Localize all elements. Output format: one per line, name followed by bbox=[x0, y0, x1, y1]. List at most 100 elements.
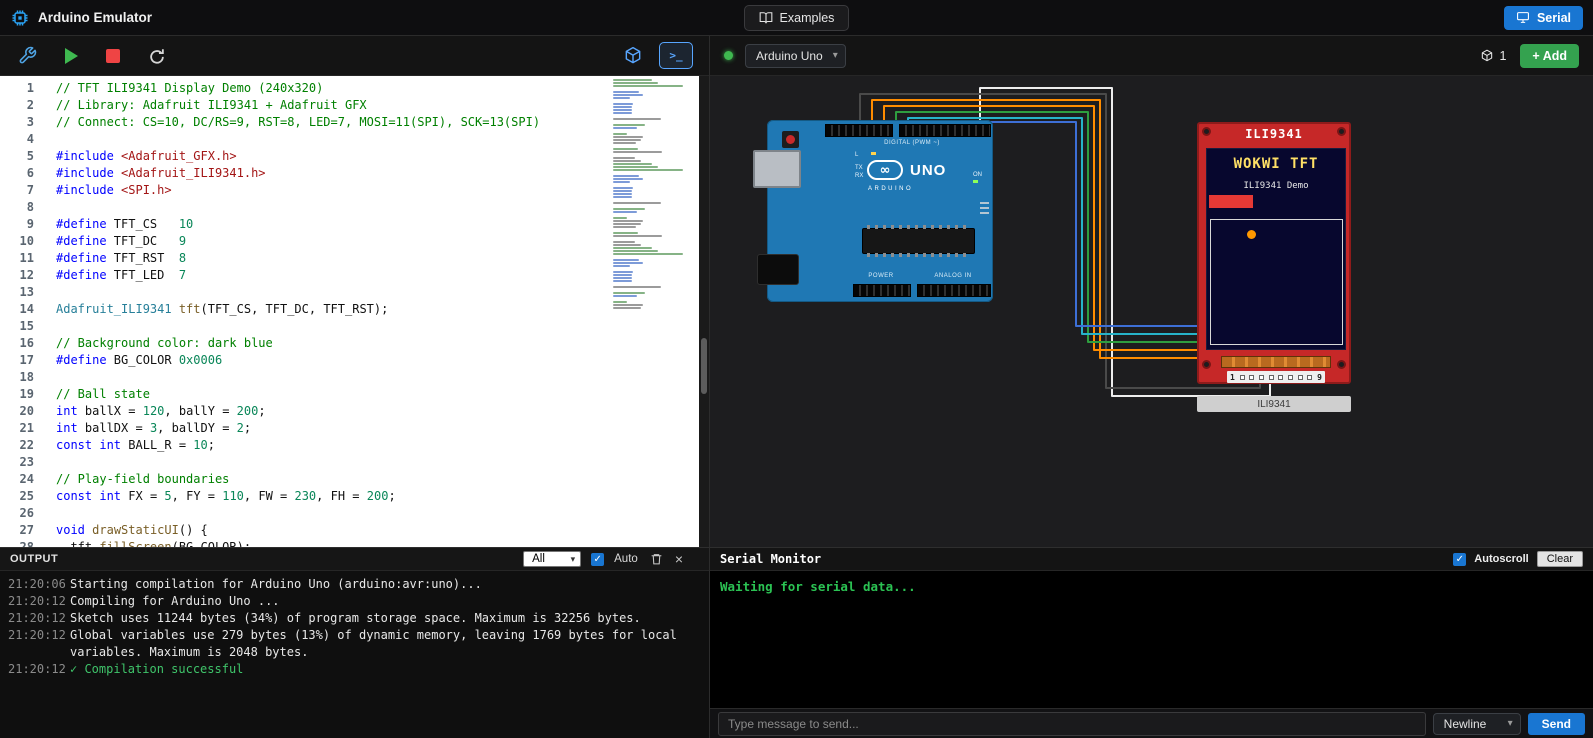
minimap-line bbox=[613, 151, 662, 153]
scrollbar-thumb[interactable] bbox=[701, 338, 707, 394]
auto-checkbox[interactable]: ✓ bbox=[591, 553, 604, 566]
code-line[interactable]: #define TFT_DC 9 bbox=[56, 233, 709, 250]
serial-input-row: Newline ▾ Send bbox=[710, 708, 1593, 738]
add-part-button[interactable]: + Add bbox=[1520, 44, 1579, 68]
line-number: 5 bbox=[0, 148, 34, 165]
code-line[interactable]: #define TFT_LED 7 bbox=[56, 267, 709, 284]
serial-button[interactable]: Serial bbox=[1504, 6, 1583, 30]
clear-serial-button[interactable]: Clear bbox=[1537, 551, 1583, 567]
minimap-line bbox=[613, 202, 661, 204]
part-name-label: ILI9341 bbox=[1197, 396, 1351, 412]
power-jack bbox=[757, 254, 799, 285]
code-line[interactable]: #include <Adafruit_GFX.h> bbox=[56, 148, 709, 165]
autoscroll-checkbox[interactable]: ✓ bbox=[1453, 553, 1466, 566]
editor-scrollbar[interactable] bbox=[699, 76, 709, 547]
code-line[interactable]: // Background color: dark blue bbox=[56, 335, 709, 352]
diagram-canvas[interactable]: DIGITAL (PWM ~) POWER ANALOG IN L TXRX ∞… bbox=[710, 76, 1593, 547]
power-header[interactable] bbox=[853, 284, 911, 297]
restart-button[interactable] bbox=[146, 45, 168, 67]
minimap[interactable] bbox=[613, 79, 695, 309]
minimap-line bbox=[613, 283, 695, 285]
digital-header-1[interactable] bbox=[825, 124, 893, 137]
line-ending-value: Newline bbox=[1444, 717, 1487, 731]
on-label: ON bbox=[973, 172, 982, 178]
minimap-line bbox=[613, 292, 645, 294]
code-line[interactable] bbox=[56, 318, 709, 335]
serial-message-input[interactable] bbox=[718, 712, 1426, 736]
code-line[interactable]: tft.fillScreen(BG_COLOR); bbox=[56, 539, 709, 547]
minimap-line bbox=[613, 307, 641, 309]
run-button[interactable] bbox=[63, 46, 80, 66]
arduino-uno-board[interactable]: DIGITAL (PWM ~) POWER ANALOG IN L TXRX ∞… bbox=[767, 120, 993, 302]
code-line[interactable]: #define TFT_CS 10 bbox=[56, 216, 709, 233]
minimap-line bbox=[613, 211, 637, 213]
examples-button[interactable]: Examples bbox=[744, 5, 850, 31]
minimap-line bbox=[613, 250, 658, 252]
editor-pane: >_ 1234567891011121314151617181920212223… bbox=[0, 36, 710, 547]
digital-header-2[interactable] bbox=[899, 124, 991, 137]
minimap-line bbox=[613, 232, 638, 234]
close-output-button[interactable]: × bbox=[675, 551, 683, 567]
line-number: 13 bbox=[0, 284, 34, 301]
parts-count[interactable]: 1 bbox=[1480, 49, 1506, 63]
clear-output-button[interactable] bbox=[648, 550, 665, 568]
minimap-line bbox=[613, 241, 635, 243]
line-number: 22 bbox=[0, 437, 34, 454]
output-filter-select[interactable]: All ▾ bbox=[523, 551, 581, 567]
code-line[interactable] bbox=[56, 284, 709, 301]
reset-button[interactable] bbox=[782, 131, 799, 148]
minimap-line bbox=[613, 193, 632, 195]
tft-pin-row[interactable]: 1 9 bbox=[1227, 371, 1325, 383]
code-line[interactable]: #define TFT_RST 8 bbox=[56, 250, 709, 267]
code-line[interactable] bbox=[56, 199, 709, 216]
code-line[interactable]: // Ball state bbox=[56, 386, 709, 403]
autoscroll-label: Autoscroll bbox=[1474, 553, 1528, 565]
code-line[interactable]: // Library: Adafruit ILI9341 + Adafruit … bbox=[56, 97, 709, 114]
line-number: 3 bbox=[0, 114, 34, 131]
line-number: 4 bbox=[0, 131, 34, 148]
stop-button[interactable] bbox=[104, 47, 122, 65]
code-line[interactable] bbox=[56, 505, 709, 522]
code-line[interactable]: #define BG_COLOR 0x0006 bbox=[56, 352, 709, 369]
line-number: 11 bbox=[0, 250, 34, 267]
output-log[interactable]: 21:20:06Starting compilation for Arduino… bbox=[0, 571, 709, 738]
serial-output[interactable]: Waiting for serial data... bbox=[710, 571, 1593, 708]
code-line[interactable]: // Connect: CS=10, DC/RS=9, RST=8, LED=7… bbox=[56, 114, 709, 131]
line-ending-select[interactable]: Newline ▾ bbox=[1433, 713, 1521, 735]
code-line[interactable] bbox=[56, 454, 709, 471]
txrx-labels: TXRX bbox=[855, 164, 863, 180]
code-line[interactable]: // Play-field boundaries bbox=[56, 471, 709, 488]
code-line[interactable]: int ballDX = 3, ballDY = 2; bbox=[56, 420, 709, 437]
code-line[interactable]: const int FX = 5, FY = 110, FW = 230, FH… bbox=[56, 488, 709, 505]
minimap-line bbox=[613, 118, 661, 120]
digital-label: DIGITAL (PWM ~) bbox=[837, 140, 987, 146]
minimap-line bbox=[613, 190, 632, 192]
code-line[interactable]: Adafruit_ILI9341 tft(TFT_CS, TFT_DC, TFT… bbox=[56, 301, 709, 318]
auto-label: Auto bbox=[614, 553, 638, 565]
analog-header[interactable] bbox=[917, 284, 991, 297]
settings-wrench-button[interactable] bbox=[16, 44, 39, 67]
minimap-line bbox=[613, 154, 695, 156]
topbar: Arduino Emulator Examples Serial bbox=[0, 0, 1593, 36]
ili9341-display[interactable]: ILI9341 WOKWI TFT ILI9341 Demo 1 9 bbox=[1197, 122, 1351, 384]
minimap-line bbox=[613, 226, 636, 228]
code-line[interactable] bbox=[56, 369, 709, 386]
minimap-line bbox=[613, 286, 661, 288]
board-select[interactable]: Arduino Uno ▾ bbox=[745, 44, 846, 68]
send-button[interactable]: Send bbox=[1528, 713, 1585, 735]
code-editor[interactable]: 1234567891011121314151617181920212223242… bbox=[0, 76, 709, 547]
terminal-icon: >_ bbox=[669, 49, 682, 62]
minimap-line bbox=[613, 160, 641, 162]
terminal-toggle-button[interactable]: >_ bbox=[659, 42, 693, 69]
code-line[interactable]: #include <Adafruit_ILI9341.h> bbox=[56, 165, 709, 182]
code-line[interactable] bbox=[56, 131, 709, 148]
code-line[interactable]: // TFT ILI9341 Display Demo (240x320) bbox=[56, 80, 709, 97]
code-line[interactable]: #include <SPI.h> bbox=[56, 182, 709, 199]
line-number: 1 bbox=[0, 80, 34, 97]
code-area[interactable]: // TFT ILI9341 Display Demo (240x320)// … bbox=[46, 76, 709, 547]
minimap-line bbox=[613, 184, 695, 186]
code-line[interactable]: const int BALL_R = 10; bbox=[56, 437, 709, 454]
diagram-view-button[interactable] bbox=[621, 44, 645, 68]
code-line[interactable]: int ballX = 120, ballY = 200; bbox=[56, 403, 709, 420]
code-line[interactable]: void drawStaticUI() { bbox=[56, 522, 709, 539]
